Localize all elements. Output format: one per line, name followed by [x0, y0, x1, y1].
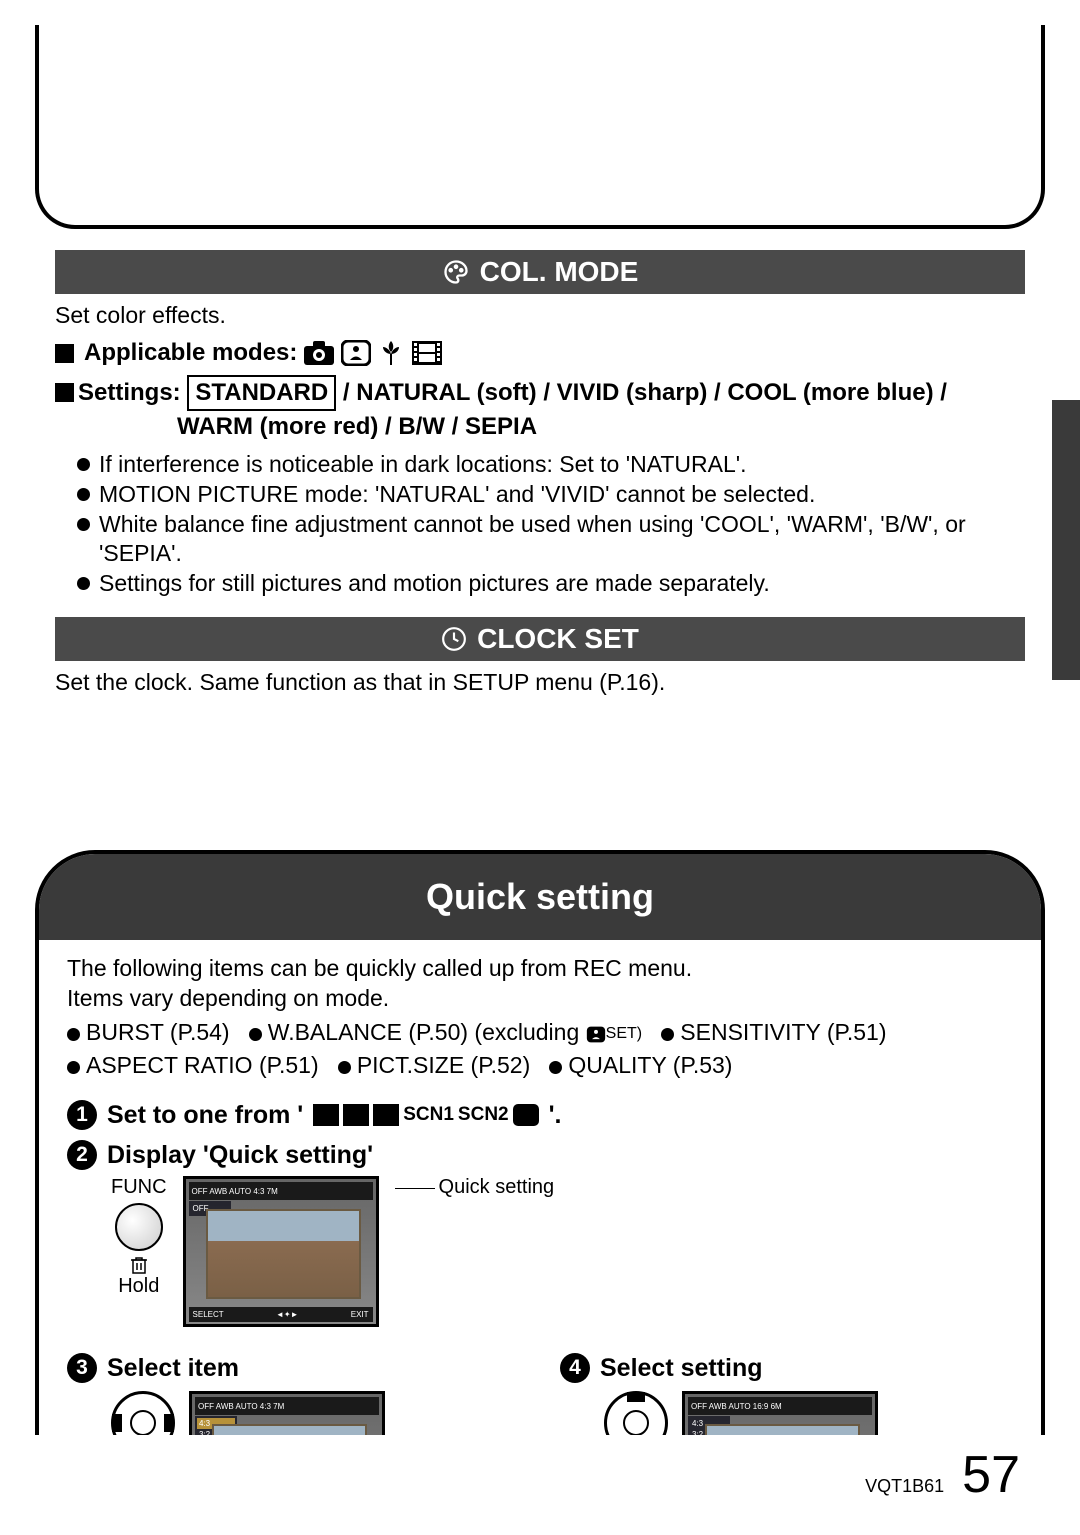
quick-item: SENSITIVITY (P.51) [661, 1019, 886, 1045]
screen-preview-setting: OFF AWB AUTO 16:9 6M 4:3 3:2 16:9 SELECT… [682, 1391, 878, 1435]
macro-icon [377, 339, 405, 367]
simple-glyph [513, 1104, 539, 1126]
settings-options-2: WARM (more red) / B/W / SEPIA [177, 413, 537, 440]
applicable-modes-label: Applicable modes: [84, 339, 297, 367]
trash-icon [130, 1255, 148, 1275]
col-mode-desc: Set color effects. [55, 302, 1025, 329]
step-1-suffix: '. [549, 1101, 562, 1130]
screen-photo [705, 1424, 860, 1435]
quick-item: QUALITY (P.53) [549, 1052, 732, 1078]
step-1: 1 Set to one from ' SCN1 SCN2 '. [67, 1100, 1013, 1130]
quick-item: W.BALANCE (P.50) (excluding [249, 1019, 580, 1045]
note-item: Settings for still pictures and motion p… [77, 569, 1025, 599]
simple-mode-small-icon [586, 1026, 606, 1043]
note-item: MOTION PICTURE mode: 'NATURAL' and 'VIVI… [77, 480, 1025, 510]
dpad-and-set [604, 1391, 668, 1435]
step-2: 2 Display 'Quick setting' [67, 1140, 1013, 1170]
col-mode-heading: COL. MODE [55, 250, 1025, 294]
step-4-label: Select setting [600, 1354, 763, 1383]
screen-topbar: OFF AWB AUTO 4:3 7M [195, 1397, 379, 1415]
note-item: If interference is noticeable in dark lo… [77, 450, 1025, 480]
col-mode-title: COL. MODE [480, 256, 639, 288]
screen-botbar: SELECT◄✦►EXIT [189, 1307, 373, 1322]
quick-setting-callout: Quick setting [435, 1176, 555, 1198]
quick-item: ASPECT RATIO (P.51) [67, 1052, 319, 1078]
clock-icon [441, 626, 467, 652]
screen-photo [212, 1424, 367, 1435]
quick-setting-panel: Quick setting The following items can be… [35, 850, 1045, 1435]
quick-setting-title: Quick setting [39, 854, 1041, 940]
note-item: White balance fine adjustment cannot be … [77, 510, 1025, 570]
step-3: 3 Select item [67, 1353, 520, 1383]
screen-topbar: OFF AWB AUTO 4:3 7M [189, 1182, 373, 1200]
simple-mode-icon [341, 340, 371, 366]
step-number-4: 4 [560, 1353, 590, 1383]
step-number-2: 2 [67, 1140, 97, 1170]
clock-set-desc: Set the clock. Same function as that in … [55, 669, 1025, 696]
macro-glyph [343, 1104, 369, 1126]
step-1-prefix: Set to one from ' [107, 1101, 303, 1130]
settings-row: Settings: STANDARD / NATURAL (soft) / VI… [55, 375, 1025, 444]
screen-preview-qs: OFF AWB AUTO 4:3 7M OFF SELECT◄✦►EXIT [183, 1176, 379, 1327]
screen-topbar: OFF AWB AUTO 16:9 6M [688, 1397, 872, 1415]
col-mode-notes: If interference is noticeable in dark lo… [55, 450, 1025, 599]
palette-icon [442, 258, 470, 286]
step-1-mode-icons: SCN1 SCN2 [313, 1104, 538, 1126]
quick-intro-2: Items vary depending on mode. [67, 984, 1013, 1014]
settings-options-1: / NATURAL (soft) / VIVID (sharp) / COOL … [336, 379, 947, 406]
motion-glyph [373, 1104, 399, 1126]
document-code: VQT1B61 [865, 1476, 944, 1497]
quick-item-list: BURST (P.54) W.BALANCE (P.50) (excluding… [67, 1016, 1013, 1083]
step-number-3: 3 [67, 1353, 97, 1383]
quick-item: BURST (P.54) [67, 1019, 230, 1045]
motion-picture-icon [411, 340, 443, 366]
clock-set-heading: CLOCK SET [55, 617, 1025, 661]
func-button-diagram: FUNC Hold [111, 1176, 167, 1298]
step-number-1: 1 [67, 1100, 97, 1130]
step-4: 4 Select setting [560, 1353, 1013, 1383]
clock-set-title: CLOCK SET [477, 623, 639, 655]
page-number: 57 [962, 1445, 1020, 1505]
screen-photo [206, 1209, 361, 1299]
settings-label: Settings: [78, 379, 181, 406]
func-label: FUNC [111, 1176, 167, 1199]
dpad-up-down[interactable] [604, 1391, 668, 1435]
camera-icon [303, 340, 335, 366]
dpad-left-right[interactable] [111, 1391, 175, 1435]
scn1-label: SCN1 [403, 1104, 454, 1126]
quick-item-set: SET) [606, 1025, 642, 1042]
top-frame [35, 25, 1045, 229]
square-bullet-icon [55, 383, 74, 402]
square-bullet-icon [55, 344, 74, 363]
quick-intro-1: The following items can be quickly calle… [67, 954, 1013, 984]
func-button[interactable] [115, 1203, 163, 1251]
screen-preview-item: OFF AWB AUTO 4:3 7M 4:3 3:2 16:9 SELECT◄… [189, 1391, 385, 1435]
quick-item: PICT.SIZE (P.52) [338, 1052, 530, 1078]
step-2-label: Display 'Quick setting' [107, 1141, 373, 1170]
side-index-tab [1052, 400, 1080, 680]
camera-glyph [313, 1104, 339, 1126]
step-3-label: Select item [107, 1354, 239, 1383]
page-footer: VQT1B61 57 [865, 1445, 1020, 1505]
applicable-modes-row: Applicable modes: [55, 339, 1025, 367]
settings-default: STANDARD [187, 375, 336, 411]
scn2-label: SCN2 [458, 1104, 509, 1126]
hold-label: Hold [118, 1275, 159, 1298]
